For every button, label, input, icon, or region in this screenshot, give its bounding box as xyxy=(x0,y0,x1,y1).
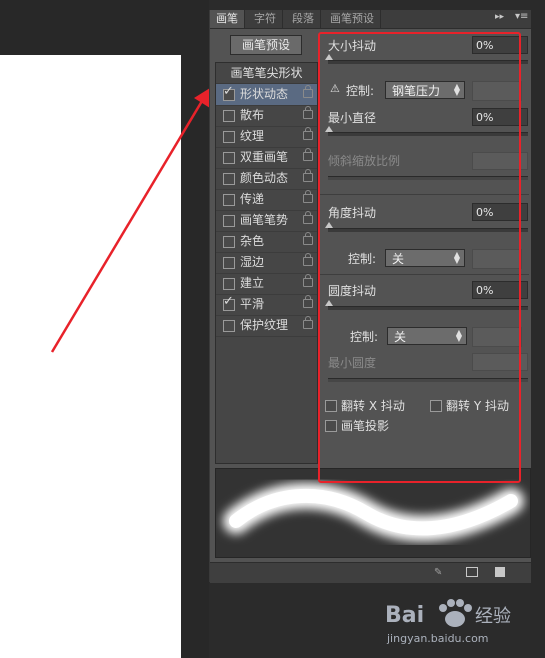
list-item[interactable]: 保护纹理 xyxy=(216,315,317,337)
list-item-label: 保护纹理 xyxy=(240,318,289,332)
list-item-label: 双重画笔 xyxy=(240,150,289,164)
list-item-label: 形状动态 xyxy=(240,87,289,101)
list-item[interactable]: 散布 xyxy=(216,105,317,127)
list-item-label: 纹理 xyxy=(240,129,265,143)
brush-tip-shape-item[interactable]: 画笔笔尖形状 xyxy=(216,63,317,84)
lock-icon[interactable] xyxy=(303,211,313,224)
annotation-arrow xyxy=(50,83,218,353)
new-preset-icon[interactable] xyxy=(495,567,505,577)
list-item-label: 传递 xyxy=(240,192,265,206)
list-item-checkbox[interactable] xyxy=(223,194,235,206)
lock-icon[interactable] xyxy=(303,253,313,266)
list-item[interactable]: 双重画笔 xyxy=(216,147,317,169)
list-item-checkbox[interactable] xyxy=(223,236,235,248)
lock-icon[interactable] xyxy=(303,127,313,140)
lock-icon[interactable] xyxy=(303,85,313,98)
checkmark-icon: ✓ xyxy=(223,84,234,99)
lock-icon[interactable] xyxy=(303,316,313,329)
lock-icon[interactable] xyxy=(303,295,313,308)
svg-text:Bai: Bai xyxy=(385,603,424,628)
right-gutter xyxy=(530,0,545,658)
list-item-checkbox[interactable] xyxy=(223,173,235,185)
list-item[interactable]: ✓ 形状动态 xyxy=(216,84,317,106)
list-item-label: 建立 xyxy=(240,276,265,290)
checkmark-icon: ✓ xyxy=(223,294,234,309)
brush-tool-icon[interactable]: ✎ xyxy=(434,567,446,578)
tab-brush[interactable]: 画笔 xyxy=(210,10,245,28)
brush-settings-list: 画笔笔尖形状 ✓ 形状动态散布纹理双重画笔颜色动态传递画笔笔势杂色湿边建立 ✓ 平滑保… xyxy=(215,62,318,464)
list-item-checkbox[interactable] xyxy=(223,257,235,269)
list-item-checkbox[interactable] xyxy=(223,131,235,143)
list-item[interactable]: 传递 xyxy=(216,189,317,211)
list-item-label: 湿边 xyxy=(240,255,265,269)
lock-icon[interactable] xyxy=(303,274,313,287)
panel-bottom-bar: ✎ xyxy=(210,562,531,583)
list-item-label: 杂色 xyxy=(240,234,265,248)
list-item-label: 散布 xyxy=(240,108,265,122)
list-item-checkbox[interactable] xyxy=(223,278,235,290)
watermark-logo: Bai 经验 jingyan.baidu.com xyxy=(383,592,523,648)
list-item[interactable]: 颜色动态 xyxy=(216,168,317,190)
lock-icon[interactable] xyxy=(303,148,313,161)
tab-character[interactable]: 字符 xyxy=(248,10,283,28)
watermark-graphic: Bai 经验 jingyan.baidu.com xyxy=(385,599,511,645)
lock-icon[interactable] xyxy=(303,169,313,182)
panel-tabbar: 画笔 字符 段落 画笔预设 ▸▸ ▾≡ xyxy=(210,10,531,29)
list-item[interactable]: 杂色 xyxy=(216,231,317,253)
list-item-checkbox[interactable]: ✓ xyxy=(223,85,235,101)
list-item-checkbox[interactable] xyxy=(223,152,235,164)
list-item-checkbox[interactable] xyxy=(223,110,235,122)
list-item[interactable]: 湿边 xyxy=(216,252,317,274)
tab-paragraph[interactable]: 段落 xyxy=(286,10,321,28)
svg-text:经验: 经验 xyxy=(475,606,511,627)
grid-icon[interactable] xyxy=(466,567,478,577)
brush-presets-button[interactable]: 画笔预设 xyxy=(230,35,302,55)
list-item[interactable]: 建立 xyxy=(216,273,317,295)
panel-menu-icon[interactable]: ▾≡ xyxy=(515,11,528,22)
list-item[interactable]: 纹理 xyxy=(216,126,317,148)
list-item[interactable]: ✓ 平滑 xyxy=(216,294,317,316)
list-item-label: 颜色动态 xyxy=(240,171,289,185)
highlight-box xyxy=(318,32,521,483)
list-item-checkbox[interactable]: ✓ xyxy=(223,295,235,311)
list-item-label: 平滑 xyxy=(240,297,265,311)
svg-text:jingyan.baidu.com: jingyan.baidu.com xyxy=(386,632,489,645)
tab-brush-presets[interactable]: 画笔预设 xyxy=(324,10,381,28)
collapse-icon[interactable]: ▸▸ xyxy=(495,12,504,22)
lock-icon[interactable] xyxy=(303,190,313,203)
list-item-checkbox[interactable] xyxy=(223,320,235,332)
lock-icon[interactable] xyxy=(303,106,313,119)
list-item[interactable]: 画笔笔势 xyxy=(216,210,317,232)
list-item-label: 画笔笔势 xyxy=(240,213,289,227)
list-item-checkbox[interactable] xyxy=(223,215,235,227)
lock-icon[interactable] xyxy=(303,232,313,245)
